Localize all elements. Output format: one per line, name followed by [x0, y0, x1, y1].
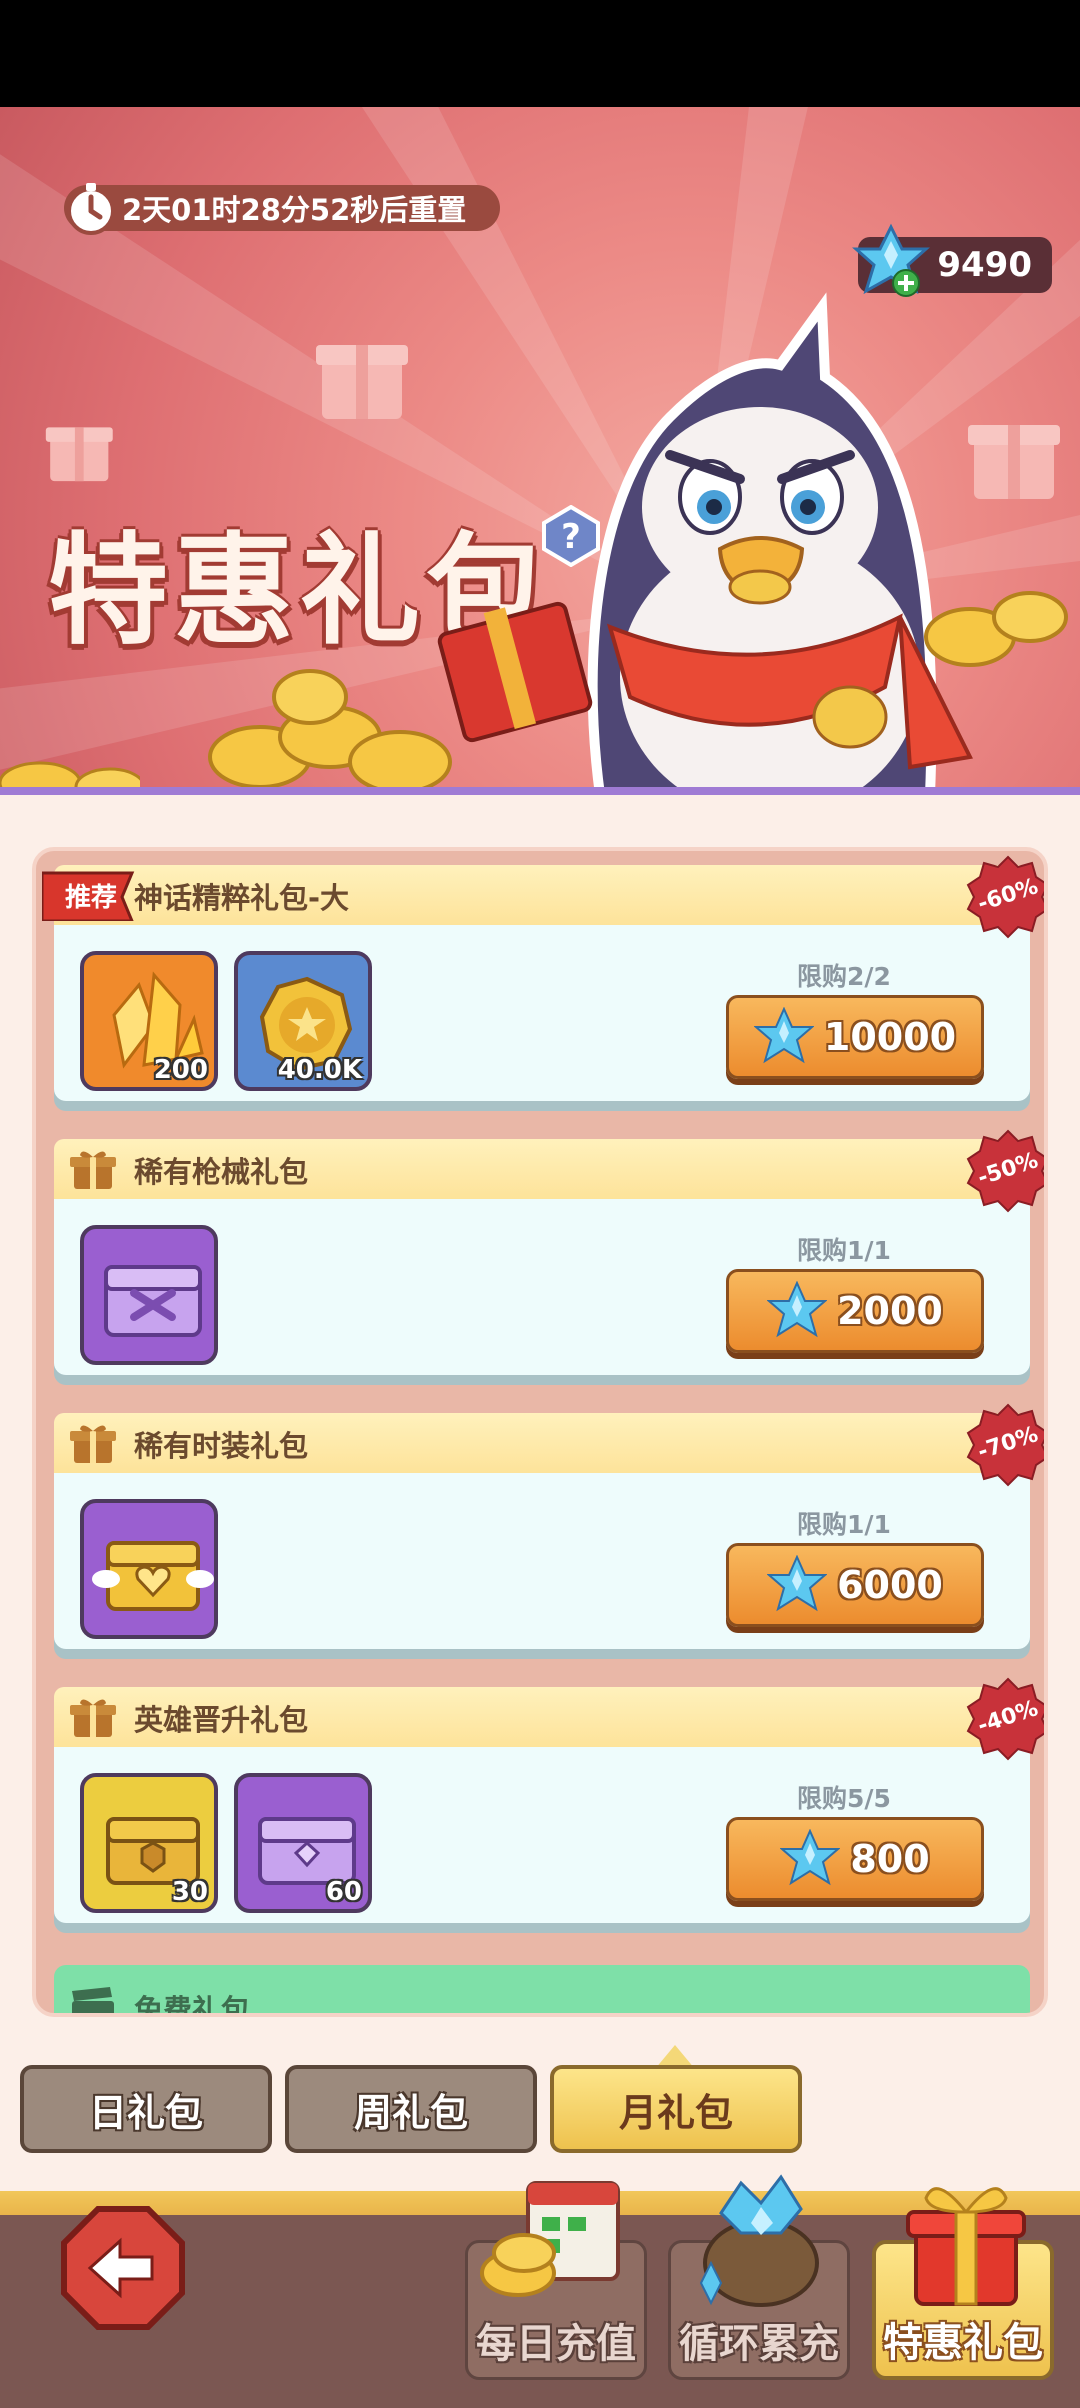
gift-box-icon: [906, 2187, 1026, 2306]
gift-icon: [70, 1425, 116, 1463]
calendar-coins-icon: [480, 2181, 620, 2297]
pack-card-free[interactable]: 免费礼包: [54, 1965, 1030, 2017]
pack-card-hero-promotion: 英雄晋升礼包 -40% 30 60 限购5/5 800: [54, 1677, 1044, 1935]
nav-daily-recharge[interactable]: 每日充值: [465, 2181, 647, 2380]
pack-list-area: 推荐 神话精粹礼包-大 -60% 200 40.0K 限购2/2 10000 稀…: [0, 795, 1080, 2175]
crystal-balance[interactable]: 9490: [852, 223, 1052, 297]
pack-title: 英雄晋升礼包: [134, 1703, 309, 1737]
item-count: 30: [171, 1877, 208, 1907]
timer-text: 2天01时28分52秒后重置: [122, 193, 467, 227]
crystal-icon: [753, 1007, 814, 1064]
golden-heart-chest-icon: [92, 1541, 214, 1611]
status-bar: [0, 0, 1080, 107]
buy-button[interactable]: 800: [726, 1817, 984, 1901]
buy-button[interactable]: 10000: [726, 995, 984, 1079]
price-label: 800: [850, 1837, 930, 1881]
buy-button[interactable]: 2000: [726, 1269, 984, 1353]
nav-special-packs[interactable]: 特惠礼包: [872, 2187, 1054, 2380]
item-slot[interactable]: 60: [234, 1773, 372, 1913]
coin-pile-icon: [924, 591, 1068, 667]
price-label: 2000: [837, 1289, 943, 1333]
item-slot[interactable]: 40.0K: [234, 951, 372, 1091]
item-slot[interactable]: 30: [80, 1773, 218, 1913]
crystal-bag-icon: [699, 2174, 819, 2307]
nav-label: 特惠礼包: [883, 2320, 1043, 2366]
gift-icon: [70, 1699, 116, 1737]
item-slot[interactable]: [80, 1225, 218, 1365]
gift-deco-icon: [316, 345, 408, 419]
penguin-mascot: [437, 292, 973, 795]
gift-icon: [70, 1151, 116, 1189]
pack-title: 免费礼包: [134, 1993, 251, 2017]
item-count: 40.0K: [277, 1055, 362, 1085]
back-button[interactable]: [60, 2205, 186, 2331]
tab-monthly[interactable]: 月礼包: [550, 2065, 802, 2153]
clapper-icon: [72, 1987, 114, 2013]
item-slot[interactable]: [80, 1499, 218, 1639]
buy-button[interactable]: 6000: [726, 1543, 984, 1627]
price-label: 10000: [823, 1015, 957, 1059]
gift-deco-icon: [45, 427, 113, 482]
nav-label: 循环累充: [679, 2321, 839, 2367]
purchase-limit: 限购5/5: [797, 1784, 891, 1813]
crystal-icon: [780, 1829, 841, 1886]
crystal-amount: 9490: [937, 245, 1032, 285]
price-label: 6000: [837, 1563, 943, 1607]
purchase-limit: 限购1/1: [797, 1510, 891, 1539]
tab-daily[interactable]: 日礼包: [20, 2065, 272, 2153]
item-count: 60: [325, 1877, 362, 1907]
pack-title: 稀有时装礼包: [134, 1429, 309, 1463]
purple-chest-icon: [104, 1265, 202, 1337]
pack-title: 神话精粹礼包-大: [134, 881, 350, 915]
reset-timer: 2天01时28分52秒后重置: [64, 183, 500, 235]
pack-card-rare-gun: 稀有枪械礼包 -50% 限购1/1 2000: [54, 1129, 1044, 1387]
item-count: 200: [153, 1055, 208, 1085]
coin-pile-icon: [208, 669, 452, 794]
item-slot[interactable]: 200: [80, 951, 218, 1091]
pack-list[interactable]: 推荐 神话精粹礼包-大 -60% 200 40.0K 限购2/2 10000 稀…: [32, 847, 1048, 2017]
purchase-limit: 限购2/2: [797, 962, 891, 991]
recommend-label: 推荐: [64, 883, 117, 913]
pack-card-rare-costume: 稀有时装礼包 -70% 限购1/1 6000: [54, 1403, 1044, 1661]
crystal-icon: [767, 1281, 828, 1338]
nav-cumulative-recharge[interactable]: 循环累充: [668, 2174, 850, 2380]
crystal-icon: [767, 1555, 828, 1612]
nav-label: 每日充值: [476, 2321, 636, 2367]
pack-card-mythic-essence: 推荐 神话精粹礼包-大 -60% 200 40.0K 限购2/2 10000: [42, 855, 1044, 1113]
pack-title: 稀有枪械礼包: [134, 1155, 309, 1189]
banner-divider: [0, 787, 1080, 795]
stopwatch-icon: [67, 183, 115, 235]
purchase-limit: 限购1/1: [797, 1236, 891, 1265]
banner: 2天01时28分52秒后重置 9490 特惠礼包 ?: [0, 107, 1080, 795]
tab-weekly[interactable]: 周礼包: [285, 2065, 537, 2153]
